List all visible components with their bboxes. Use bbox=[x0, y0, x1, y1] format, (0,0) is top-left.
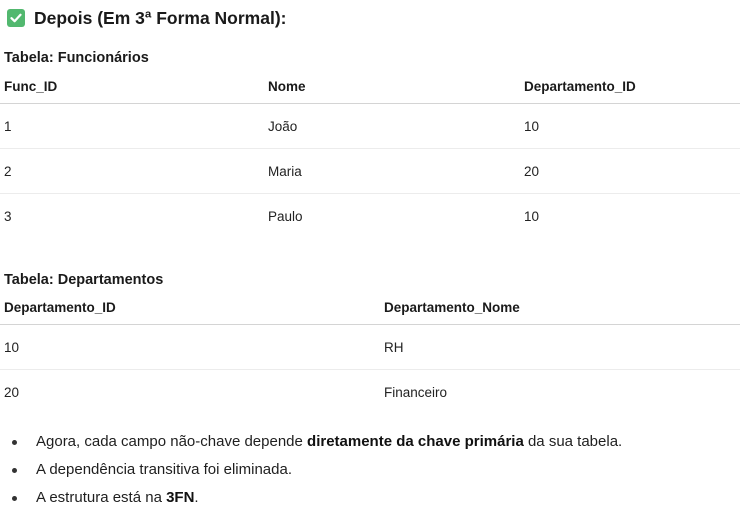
header-departamento-nome: Departamento_Nome bbox=[384, 300, 520, 315]
section-heading: Depois (Em 3ª Forma Normal): bbox=[7, 6, 287, 30]
list-item-text: A estrutura está na bbox=[36, 489, 167, 506]
bullet-dot bbox=[12, 496, 17, 501]
list-item-text: Agora, cada campo não-chave depende bbox=[36, 433, 308, 450]
cell-departamento-nome: Financeiro bbox=[384, 385, 448, 400]
table-title-departamentos: Tabela: Departamentos bbox=[4, 272, 164, 288]
list-item-text: A dependência transitiva foi eliminada. bbox=[36, 461, 292, 478]
section-heading-text: Depois (Em 3ª Forma Normal): bbox=[34, 7, 287, 28]
table-row: 2 Maria 20 bbox=[0, 149, 740, 194]
cell-nome: Paulo bbox=[268, 209, 303, 224]
cell-departamento-id: 10 bbox=[524, 209, 540, 224]
cell-departamento-id: 10 bbox=[4, 340, 20, 355]
table-row: 10 RH bbox=[0, 325, 740, 370]
cell-departamento-id: 20 bbox=[524, 164, 540, 179]
list-item-bold: diretamente da chave primária bbox=[307, 433, 524, 450]
cell-nome: Maria bbox=[268, 164, 302, 179]
list-item: A dependência transitiva foi eliminada. bbox=[0, 456, 622, 484]
table-funcionarios: Func_ID Nome Departamento_ID 1 João 10 2… bbox=[0, 72, 740, 238]
check-icon bbox=[7, 9, 25, 27]
summary-list: Agora, cada campo não-chave depende dire… bbox=[0, 428, 622, 512]
cell-departamento-nome: RH bbox=[384, 340, 404, 355]
table-row: 20 Financeiro bbox=[0, 370, 740, 414]
header-func-id: Func_ID bbox=[4, 79, 58, 94]
list-item: A estrutura está na 3FN. bbox=[0, 484, 622, 512]
table-departamentos: Departamento_ID Departamento_Nome 10 RH … bbox=[0, 293, 740, 414]
cell-nome: João bbox=[268, 119, 298, 134]
bullet-dot bbox=[12, 440, 17, 445]
cell-departamento-id: 10 bbox=[524, 119, 540, 134]
header-nome: Nome bbox=[268, 79, 306, 94]
cell-func-id: 2 bbox=[4, 164, 12, 179]
bullet-dot bbox=[12, 468, 17, 473]
header-departamento-id: Departamento_ID bbox=[524, 79, 636, 94]
table-title-funcionarios: Tabela: Funcionários bbox=[4, 50, 149, 66]
cell-departamento-id: 20 bbox=[4, 385, 20, 400]
header-departamento-id: Departamento_ID bbox=[4, 300, 116, 315]
list-item: Agora, cada campo não-chave depende dire… bbox=[0, 428, 622, 456]
cell-func-id: 3 bbox=[4, 209, 12, 224]
list-item-bold: 3FN bbox=[166, 489, 195, 506]
list-item-text-end: . bbox=[194, 489, 199, 506]
cell-func-id: 1 bbox=[4, 119, 12, 134]
table-header-row: Departamento_ID Departamento_Nome bbox=[0, 293, 740, 325]
list-item-text-end: da sua tabela. bbox=[523, 433, 623, 450]
table-row: 3 Paulo 10 bbox=[0, 194, 740, 238]
table-row: 1 João 10 bbox=[0, 104, 740, 149]
table-header-row: Func_ID Nome Departamento_ID bbox=[0, 72, 740, 104]
